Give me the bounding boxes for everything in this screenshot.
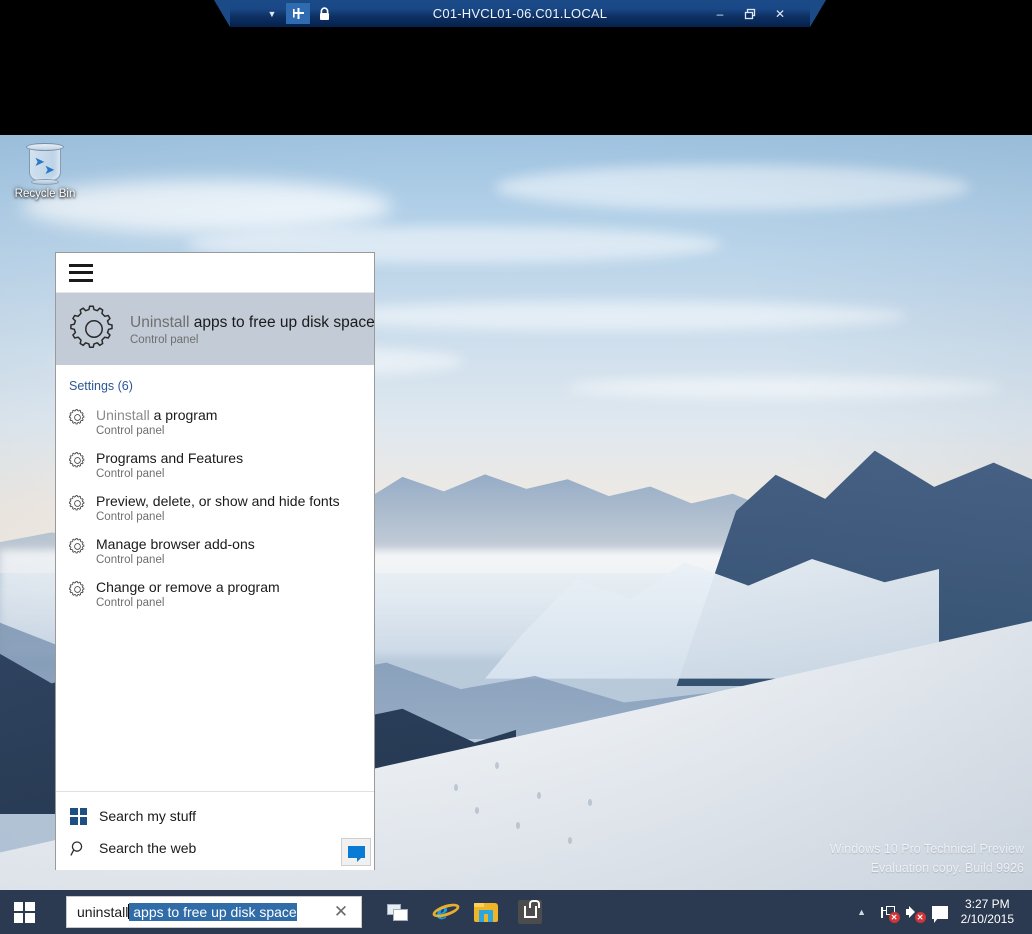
task-view-icon <box>387 903 409 921</box>
windows-logo-icon <box>70 807 87 825</box>
best-match-title: Uninstall apps to free up disk space <box>130 313 375 332</box>
file-explorer-button[interactable] <box>464 890 508 934</box>
search-suggestion-text: apps to free up disk space <box>129 903 297 921</box>
list-item-subtitle: Control panel <box>96 425 165 437</box>
best-match-title-rest: apps to free up disk space <box>189 313 375 331</box>
search-the-web-label: Search the web <box>99 840 197 856</box>
file-explorer-icon <box>474 902 498 922</box>
list-item[interactable]: Preview, delete, or show and hide fonts … <box>56 487 374 530</box>
internet-explorer-icon: e <box>431 898 462 926</box>
list-item-subtitle: Control panel <box>96 511 165 523</box>
list-item-title-rest: Programs and Features <box>96 450 244 466</box>
list-item[interactable]: Change or remove a program Control panel <box>56 573 374 616</box>
search-input[interactable]: uninstall apps to free up disk space ✕ <box>66 896 362 928</box>
search-my-stuff-item[interactable]: Search my stuff <box>56 800 374 832</box>
search-icon <box>70 840 83 856</box>
gear-icon <box>69 538 85 554</box>
start-search-panel: Uninstall apps to free up disk space Con… <box>55 252 375 870</box>
best-match-title-typed: Uninstall <box>130 313 190 331</box>
list-item[interactable]: Programs and Features Control panel <box>56 444 374 487</box>
clock-time: 3:27 PM <box>964 897 1010 911</box>
best-match-subtitle: Control panel <box>130 333 199 346</box>
list-item[interactable]: Manage browser add-ons Control panel <box>56 530 374 573</box>
list-item-title: Change or remove a program <box>96 578 280 596</box>
internet-explorer-button[interactable]: e <box>420 890 464 934</box>
list-item-title: Manage browser add-ons <box>96 535 255 553</box>
list-item-title-typed: Uninstall <box>96 407 150 423</box>
clock-date: 2/10/2015 <box>960 912 1014 926</box>
list-item-title-rest: Change or remove a program <box>96 579 280 595</box>
vm-connection-bar-area: ▼ C01-HVCL01-06.C01.LOCAL – ✕ <box>0 0 1032 28</box>
task-view-button[interactable] <box>376 890 420 934</box>
windows-watermark: Windows 10 Pro Technical Preview Evaluat… <box>830 840 1024 878</box>
feedback-bubble-icon <box>347 846 365 862</box>
start-button[interactable] <box>0 890 48 934</box>
gear-icon <box>70 305 113 349</box>
settings-section-header: Settings (6) <box>69 379 133 393</box>
gear-icon <box>69 581 85 597</box>
list-item-title-rest: Preview, delete, or show and hide fonts <box>96 493 340 509</box>
recycle-bin-label: Recycle Bin <box>14 188 76 200</box>
store-button[interactable] <box>508 890 552 934</box>
error-badge: ✕ <box>888 912 900 923</box>
windows-start-icon <box>13 901 35 923</box>
close-button[interactable]: ✕ <box>768 3 792 24</box>
best-match-result[interactable]: Uninstall apps to free up disk space Con… <box>56 293 375 365</box>
search-my-stuff-label: Search my stuff <box>99 808 197 824</box>
list-item-subtitle: Control panel <box>96 554 165 566</box>
close-icon[interactable]: ✕ <box>331 902 351 922</box>
gear-icon <box>69 409 85 425</box>
chevron-up-icon[interactable]: ▲ <box>849 890 875 934</box>
settings-results-list: Uninstall a program Control panel Progra… <box>56 401 374 791</box>
screen: ▼ C01-HVCL01-06.C01.LOCAL – ✕ ➤ ➤ Recycl… <box>0 0 1032 934</box>
gear-icon <box>69 452 85 468</box>
list-item[interactable]: Uninstall a program Control panel <box>56 401 374 444</box>
restore-button[interactable] <box>738 3 762 24</box>
search-typed-text: uninstall <box>77 904 129 920</box>
list-item-title-rest: a program <box>149 407 218 423</box>
recycle-bin-icon: ➤ ➤ <box>25 141 65 185</box>
taskbar: uninstall apps to free up disk space ✕ e… <box>0 890 1032 934</box>
gear-icon <box>69 495 85 511</box>
list-item-title: Programs and Features <box>96 449 243 467</box>
action-center-icon[interactable] <box>927 890 953 934</box>
desktop-icon-recycle-bin[interactable]: ➤ ➤ Recycle Bin <box>9 141 81 200</box>
list-item-title: Uninstall a program <box>96 406 217 424</box>
minimize-button[interactable]: – <box>708 3 732 24</box>
list-item-subtitle: Control panel <box>96 597 165 609</box>
vm-connection-bar: ▼ C01-HVCL01-06.C01.LOCAL – ✕ <box>214 0 826 27</box>
search-input-text: uninstall apps to free up disk space <box>77 903 297 921</box>
watermark-line-1: Windows 10 Pro Technical Preview <box>829 842 1024 856</box>
panel-footer: Search my stuff Search the web <box>56 791 374 870</box>
list-item-title: Preview, delete, or show and hide fonts <box>96 492 340 510</box>
search-the-web-item[interactable]: Search the web <box>56 832 374 864</box>
error-badge: ✕ <box>914 912 926 923</box>
list-item-subtitle: Control panel <box>96 468 165 480</box>
store-icon <box>518 900 542 924</box>
clock[interactable]: 3:27 PM 2/10/2015 <box>953 897 1024 927</box>
watermark-line-2: Evaluation copy. Build 9926 <box>870 861 1024 875</box>
network-disconnected-icon[interactable]: ✕ <box>875 890 901 934</box>
system-tray: ▲ ✕ ✕ 3:27 PM 2/10/2015 <box>849 890 1032 934</box>
hamburger-menu-icon[interactable] <box>69 263 93 282</box>
volume-muted-icon[interactable]: ✕ <box>901 890 927 934</box>
panel-header <box>56 253 374 293</box>
feedback-button[interactable] <box>341 838 371 866</box>
list-item-title-rest: Manage browser add-ons <box>96 536 255 552</box>
